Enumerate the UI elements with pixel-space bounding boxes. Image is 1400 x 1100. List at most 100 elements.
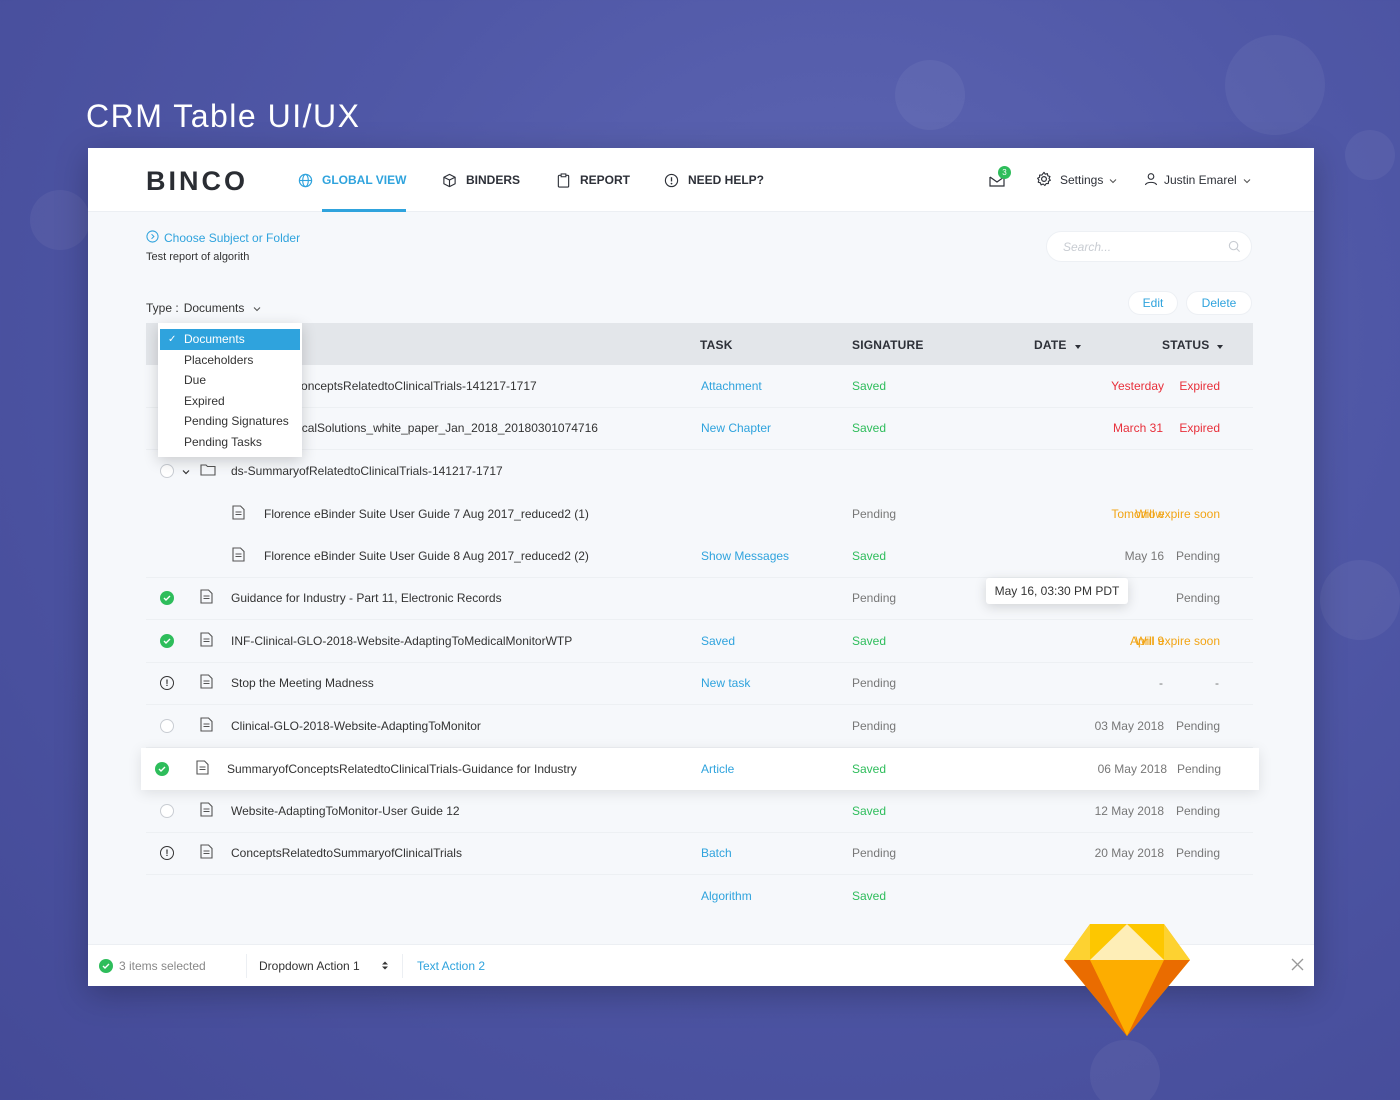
row-date: 12 May 2018 bbox=[1094, 803, 1164, 818]
chevron-down-icon bbox=[1109, 173, 1117, 187]
menu-item-documents[interactable]: Documents bbox=[160, 329, 300, 350]
mail-badge: 3 bbox=[998, 166, 1011, 179]
table-row[interactable]: SummaryofConceptsRelatedtoClinicalTrials… bbox=[146, 365, 1253, 408]
type-label: Type : bbox=[146, 301, 179, 315]
type-dropdown-menu: Documents Placeholders Due Expired Pendi… bbox=[158, 323, 302, 457]
table-row-hovered[interactable]: SummaryofConceptsRelatedtoClinicalTrials… bbox=[141, 747, 1259, 790]
document-icon bbox=[232, 505, 245, 523]
menu-item-pending-signatures[interactable]: Pending Signatures bbox=[158, 411, 302, 432]
type-filter[interactable]: Type : Documents bbox=[146, 301, 261, 315]
globe-icon bbox=[298, 173, 313, 188]
row-select-checkbox[interactable] bbox=[160, 464, 174, 479]
user-name: Justin Emarel bbox=[1164, 173, 1237, 187]
table-row[interactable]: Website-AdaptingToMonitor-User Guide 12 … bbox=[146, 790, 1253, 833]
row-signature: Pending bbox=[852, 718, 897, 733]
row-date: - bbox=[1159, 676, 1163, 691]
row-name: Clinical-GLO-2018-Website-AdaptingToMoni… bbox=[231, 718, 481, 733]
table-row-child[interactable]: Florence eBinder Suite User Guide 7 Aug … bbox=[146, 493, 1253, 536]
row-status: Pending bbox=[1175, 846, 1220, 861]
edit-button[interactable]: Edit bbox=[1128, 291, 1178, 315]
document-icon bbox=[196, 760, 209, 778]
row-task[interactable]: New task bbox=[701, 676, 750, 690]
divider bbox=[246, 953, 247, 978]
row-date: March 31 bbox=[1112, 421, 1163, 436]
sketch-logo bbox=[1064, 922, 1190, 1043]
document-icon bbox=[200, 674, 213, 692]
row-task[interactable]: Show Messages bbox=[701, 549, 789, 563]
chevron-down-icon[interactable] bbox=[182, 464, 190, 478]
nav-global-view[interactable]: GLOBAL VIEW bbox=[298, 148, 407, 212]
table-row[interactable]: Clinical-GLO-2018-Website-AdaptingToMoni… bbox=[146, 705, 1253, 748]
row-select-checkbox[interactable] bbox=[160, 718, 174, 733]
row-task[interactable]: New Chapter bbox=[701, 421, 771, 435]
nav-label: REPORT bbox=[580, 173, 631, 187]
row-name: INF-Clinical-GLO-2018-Website-AdaptingTo… bbox=[231, 633, 573, 648]
top-nav: BINCO GLOBAL VIEW BINDERS REPORT NEED HE… bbox=[88, 148, 1314, 212]
header-task: TASK bbox=[700, 338, 733, 352]
menu-item-pending-tasks[interactable]: Pending Tasks bbox=[158, 432, 302, 453]
row-name: ds-SummaryofRelatedtoClinicalTrials-1412… bbox=[231, 464, 503, 479]
table-row[interactable]: ! Stop the Meeting Madness New task Pend… bbox=[146, 663, 1253, 705]
document-icon bbox=[200, 717, 213, 735]
banner-title: CRM Table UI/UX bbox=[86, 98, 361, 134]
header-date-label: DATE bbox=[1034, 338, 1067, 352]
menu-item-expired[interactable]: Expired bbox=[158, 391, 302, 412]
row-status: Will expire soon bbox=[1135, 633, 1220, 648]
choose-subject-link[interactable]: Choose Subject or Folder bbox=[146, 230, 300, 246]
row-task[interactable]: Algorithm bbox=[701, 889, 752, 903]
document-icon bbox=[200, 589, 213, 607]
row-checked-checkbox[interactable] bbox=[160, 591, 174, 606]
close-icon[interactable] bbox=[1291, 958, 1304, 974]
choose-subject-label: Choose Subject or Folder bbox=[164, 231, 301, 245]
table-row[interactable]: INF-Clinical-GLO-2018-Website-AdaptingTo… bbox=[146, 620, 1253, 663]
bokeh bbox=[1225, 35, 1325, 135]
user-menu[interactable]: Justin Emarel bbox=[1144, 148, 1251, 212]
row-checked-checkbox[interactable] bbox=[160, 633, 174, 648]
nav-report[interactable]: REPORT bbox=[556, 148, 630, 212]
bokeh bbox=[895, 60, 965, 130]
menu-item-placeholders[interactable]: Placeholders bbox=[158, 350, 302, 371]
row-date: 06 May 2018 bbox=[1097, 761, 1167, 776]
header-date[interactable]: DATE bbox=[1034, 338, 1081, 352]
bokeh bbox=[1345, 130, 1395, 180]
delete-button[interactable]: Delete bbox=[1186, 291, 1252, 315]
menu-item-due[interactable]: Due bbox=[158, 370, 302, 391]
cube-icon bbox=[442, 173, 457, 188]
bokeh bbox=[1320, 560, 1400, 640]
gear-icon bbox=[1036, 171, 1052, 190]
document-icon bbox=[232, 547, 245, 565]
mail-button[interactable]: 3 bbox=[988, 148, 1011, 212]
alert-icon: ! bbox=[160, 846, 174, 861]
nav-need-help[interactable]: NEED HELP? bbox=[664, 148, 764, 212]
table-row-child[interactable]: Florence eBinder Suite User Guide 8 Aug … bbox=[146, 535, 1253, 578]
row-task[interactable]: Batch bbox=[701, 846, 732, 860]
table-row[interactable]: Algorithm Saved bbox=[146, 875, 1253, 918]
dropdown-action-select[interactable]: Dropdown Action 1 bbox=[259, 959, 388, 973]
settings-menu[interactable]: Settings bbox=[1036, 148, 1117, 212]
search-box bbox=[1046, 231, 1252, 262]
search-input[interactable] bbox=[1063, 232, 1223, 261]
chevron-right-circle-icon bbox=[146, 230, 159, 246]
info-icon bbox=[664, 173, 679, 188]
row-name: Florence eBinder Suite User Guide 7 Aug … bbox=[264, 506, 589, 521]
row-date: 03 May 2018 bbox=[1094, 718, 1164, 733]
header-status[interactable]: STATUS bbox=[1162, 338, 1224, 352]
row-signature: Saved bbox=[852, 548, 887, 563]
row-signature: Saved bbox=[852, 889, 887, 904]
text-action-link[interactable]: Text Action 2 bbox=[417, 959, 485, 973]
search-icon[interactable] bbox=[1228, 240, 1241, 258]
table-row-folder[interactable]: ds-SummaryofRelatedtoClinicalTrials-1412… bbox=[146, 450, 1253, 493]
table-row[interactable]: ! ConceptsRelatedtoSummaryofClinicalTria… bbox=[146, 833, 1253, 875]
row-select-checkbox[interactable] bbox=[160, 803, 174, 818]
row-task[interactable]: Attachment bbox=[701, 379, 762, 393]
row-task[interactable]: Saved bbox=[701, 634, 735, 648]
row-checked-checkbox[interactable] bbox=[155, 761, 169, 776]
table-header: TASK SIGNATURE DATE STATUS bbox=[146, 323, 1253, 365]
nav-binders[interactable]: BINDERS bbox=[442, 148, 520, 212]
row-task[interactable]: Article bbox=[701, 762, 734, 776]
logo: BINCO bbox=[146, 166, 248, 196]
row-name: Guidance for Industry - Part 11, Electro… bbox=[231, 591, 502, 606]
row-status: Expired bbox=[1179, 421, 1220, 436]
row-status: Will expire soon bbox=[1135, 506, 1220, 521]
table-row[interactable]: DS-14_eClinicalSolutions_white_paper_Jan… bbox=[146, 408, 1253, 450]
